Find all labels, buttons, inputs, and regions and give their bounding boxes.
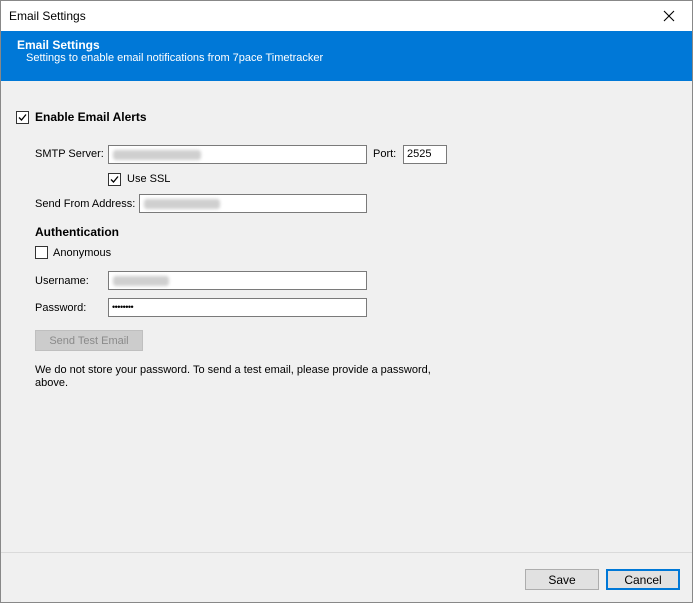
username-input[interactable]	[108, 271, 367, 290]
smtp-server-input[interactable]	[108, 145, 367, 164]
use-ssl-checkbox[interactable]	[108, 173, 121, 186]
checkmark-icon	[110, 176, 119, 183]
checkmark-icon	[18, 114, 27, 121]
save-button[interactable]: Save	[525, 569, 599, 590]
header-subtitle: Settings to enable email notifications f…	[26, 52, 324, 64]
close-button[interactable]	[646, 1, 692, 31]
smtp-server-label: SMTP Server:	[35, 148, 104, 160]
send-from-address-input[interactable]	[139, 194, 367, 213]
port-label: Port:	[373, 148, 397, 160]
close-icon	[663, 10, 675, 22]
password-note: We do not store your password. To send a…	[35, 364, 431, 389]
password-label: Password:	[35, 302, 87, 314]
anonymous-checkbox[interactable]	[35, 246, 48, 259]
footer: Save Cancel	[1, 553, 692, 602]
email-settings-window: Email Settings Email Settings Settings t…	[0, 0, 693, 603]
port-value: 2525	[407, 148, 432, 160]
authentication-heading: Authentication	[35, 225, 119, 239]
send-test-email-button[interactable]: Send Test Email	[35, 330, 143, 351]
username-label: Username:	[35, 275, 89, 287]
window-title: Email Settings	[9, 9, 86, 23]
redacted-value	[144, 199, 220, 209]
anonymous-label: Anonymous	[53, 247, 112, 259]
password-mask: ••••••••	[112, 302, 134, 312]
header-title: Email Settings	[17, 38, 100, 52]
port-input[interactable]: 2525	[403, 145, 447, 164]
header-banner: Email Settings Settings to enable email …	[1, 31, 692, 81]
title-bar: Email Settings	[1, 1, 692, 31]
redacted-value	[113, 276, 169, 286]
enable-email-alerts-checkbox[interactable]	[16, 111, 29, 124]
password-input[interactable]: ••••••••	[108, 298, 367, 317]
enable-email-alerts-label: Enable Email Alerts	[35, 110, 147, 124]
cancel-button[interactable]: Cancel	[606, 569, 680, 590]
send-from-address-label: Send From Address:	[35, 198, 136, 210]
redacted-value	[113, 150, 201, 160]
use-ssl-label: Use SSL	[127, 173, 171, 185]
